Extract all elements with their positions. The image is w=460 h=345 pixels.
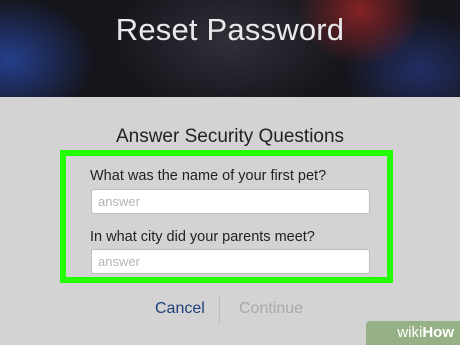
- question-2-label: In what city did your parents meet?: [90, 229, 315, 245]
- watermark-text: wikiHow: [397, 324, 454, 341]
- question-1-label: What was the name of your first pet?: [90, 168, 327, 184]
- security-questions-highlight: What was the name of your first pet? In …: [60, 150, 393, 283]
- header-banner: Reset Password: [0, 0, 460, 97]
- button-divider: [219, 296, 220, 324]
- form-title: Answer Security Questions: [115, 126, 345, 147]
- reset-password-screen: Reset Password Answer Security Questions…: [0, 0, 460, 345]
- wikihow-watermark: wikiHow: [366, 321, 460, 345]
- continue-button[interactable]: Continue: [239, 300, 303, 318]
- cancel-button[interactable]: Cancel: [155, 300, 205, 318]
- answer-2-input[interactable]: [91, 249, 370, 274]
- page-title: Reset Password: [115, 12, 345, 47]
- answer-1-input[interactable]: [91, 189, 370, 214]
